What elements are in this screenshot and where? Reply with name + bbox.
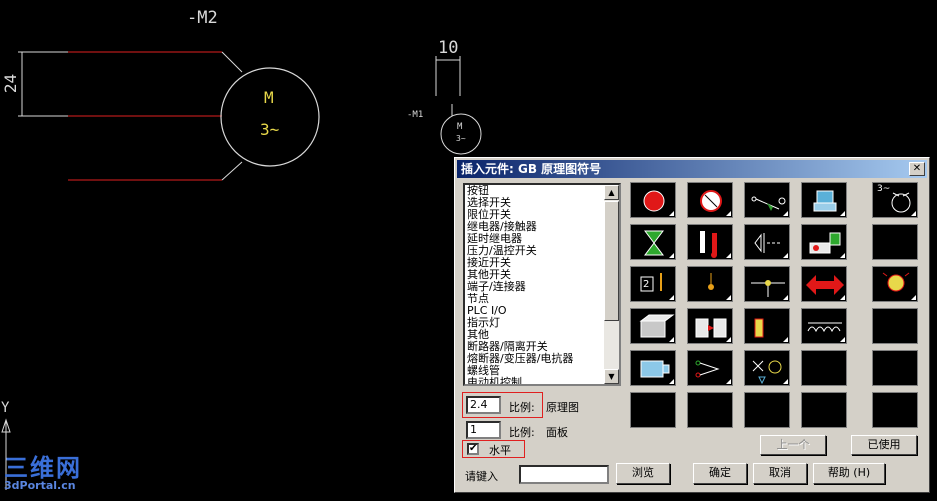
symbol-tile[interactable] — [801, 266, 847, 302]
horizontal-checkbox[interactable]: ✔ — [467, 443, 479, 455]
list-scrollbar[interactable]: ▲ ▼ — [604, 185, 619, 384]
symbol-tile[interactable] — [687, 350, 733, 386]
symbol-tile[interactable] — [744, 392, 790, 428]
panel-scale-suffix: 面板 — [546, 426, 568, 439]
corner-marker-icon — [840, 211, 845, 216]
corner-marker-icon — [669, 211, 674, 216]
symbol-tile[interactable] — [872, 266, 918, 302]
scroll-thumb[interactable] — [604, 201, 619, 321]
symbol-tile[interactable] — [630, 308, 676, 344]
schematic-scale-label: 比例: — [509, 401, 535, 414]
symbol-tile[interactable]: 3~ — [872, 182, 918, 218]
watermark-title: 三维网 — [4, 454, 82, 482]
close-icon[interactable]: ✕ — [909, 162, 925, 176]
corner-marker-icon — [783, 295, 788, 300]
panel-scale-label: 比例: — [509, 426, 535, 439]
symbol-tile[interactable] — [687, 224, 733, 260]
schematic-scale-suffix: 原理图 — [546, 401, 579, 414]
horizontal-label: 水平 — [489, 444, 511, 457]
small-motor-letter: M — [457, 122, 463, 132]
symbol-tile[interactable] — [744, 266, 790, 302]
ucs-y-label: Y — [1, 400, 10, 416]
cancel-button[interactable]: 取消 — [753, 463, 807, 484]
panel-scale-input[interactable]: 1 — [466, 421, 501, 439]
small-dimension-text: 10 — [438, 38, 459, 58]
symbol-tile[interactable] — [630, 224, 676, 260]
corner-marker-icon — [669, 337, 674, 342]
symbol-tile[interactable] — [744, 308, 790, 344]
corner-marker-icon — [840, 337, 845, 342]
symbol-tile[interactable] — [872, 308, 918, 344]
help-button[interactable]: 帮助 (H) — [813, 463, 885, 484]
input-label: 请键入 — [465, 470, 498, 483]
category-list: 按钮 选择开关 限位开关 继电器/接触器 延时继电器 压力/温控开关 接近开关 其他开关 端子/… — [467, 185, 603, 384]
corner-marker-icon — [726, 211, 731, 216]
category-listbox[interactable]: 按钮 选择开关 限位开关 继电器/接触器 延时继电器 压力/温控开关 接近开关 其他开关 端子/… — [463, 183, 621, 386]
component-name-input[interactable] — [519, 465, 609, 484]
insert-component-dialog: 插入元件: GB 原理图符号 ✕ 按钮 选择开关 限位开关 继电器/接触器 延时继电器压… — [454, 157, 930, 493]
vertical-dimension-text: 24 — [1, 73, 21, 94]
symbol-tile[interactable] — [872, 350, 918, 386]
preview-phase-label: 3~ — [877, 184, 891, 194]
dialog-title: 插入元件: GB 原理图符号 — [461, 162, 602, 176]
large-motor-phase: 3~ — [260, 120, 280, 139]
corner-marker-icon — [911, 295, 916, 300]
corner-marker-icon — [669, 295, 674, 300]
corner-marker-icon — [669, 253, 674, 258]
symbol-tile[interactable] — [630, 182, 676, 218]
symbol-tile[interactable] — [801, 308, 847, 344]
schematic-scale-input[interactable]: 2.4 — [466, 396, 501, 414]
corner-marker-icon — [911, 211, 916, 216]
counter-value-label: 2 — [643, 279, 650, 290]
corner-marker-icon — [726, 379, 731, 384]
corner-marker-icon — [726, 337, 731, 342]
dialog-titlebar[interactable]: 插入元件: GB 原理图符号 ✕ — [457, 160, 927, 178]
corner-marker-icon — [840, 295, 845, 300]
scroll-up-icon[interactable]: ▲ — [604, 185, 619, 200]
corner-marker-icon — [783, 253, 788, 258]
previous-button[interactable]: 上一个 — [760, 435, 826, 455]
corner-marker-icon — [783, 337, 788, 342]
symbol-tile[interactable] — [744, 224, 790, 260]
watermark-url: 3dPortal.cn — [4, 479, 76, 492]
large-motor-symbol[interactable] — [220, 67, 320, 167]
symbol-tile[interactable] — [801, 392, 847, 428]
corner-marker-icon — [726, 253, 731, 258]
symbol-tile[interactable]: 2 — [630, 266, 676, 302]
symbol-tile[interactable] — [687, 266, 733, 302]
symbol-tile[interactable] — [872, 224, 918, 260]
symbol-tile[interactable] — [687, 308, 733, 344]
motor-lead-wire — [221, 51, 243, 73]
corner-marker-icon — [669, 379, 674, 384]
symbol-tile[interactable] — [801, 350, 847, 386]
small-motor-tag: -M1 — [407, 110, 424, 120]
small-motor-phase: 3~ — [456, 134, 466, 143]
symbol-tile[interactable] — [744, 350, 790, 386]
browse-button[interactable]: 浏览 — [616, 463, 670, 484]
watermark-logo: 三维网 3dPortal.cn — [4, 448, 82, 492]
motor-lead-wire — [221, 161, 243, 181]
symbol-tile[interactable] — [687, 392, 733, 428]
category-item[interactable]: 电动机控制 — [467, 377, 603, 385]
corner-marker-icon — [783, 211, 788, 216]
scroll-down-icon[interactable]: ▼ — [604, 369, 619, 384]
symbol-tile[interactable] — [744, 182, 790, 218]
symbol-tile[interactable] — [801, 224, 847, 260]
corner-marker-icon — [783, 379, 788, 384]
symbol-tile[interactable] — [687, 182, 733, 218]
used-button[interactable]: 已使用 — [851, 435, 917, 455]
ok-button[interactable]: 确定 — [693, 463, 747, 484]
symbol-tile[interactable] — [872, 392, 918, 428]
large-motor-letter: M — [264, 88, 274, 107]
corner-marker-icon — [726, 295, 731, 300]
symbol-tile[interactable] — [630, 392, 676, 428]
symbol-tile[interactable] — [630, 350, 676, 386]
large-motor-tag: -M2 — [187, 8, 218, 28]
symbol-tile[interactable] — [801, 182, 847, 218]
corner-marker-icon — [840, 253, 845, 258]
